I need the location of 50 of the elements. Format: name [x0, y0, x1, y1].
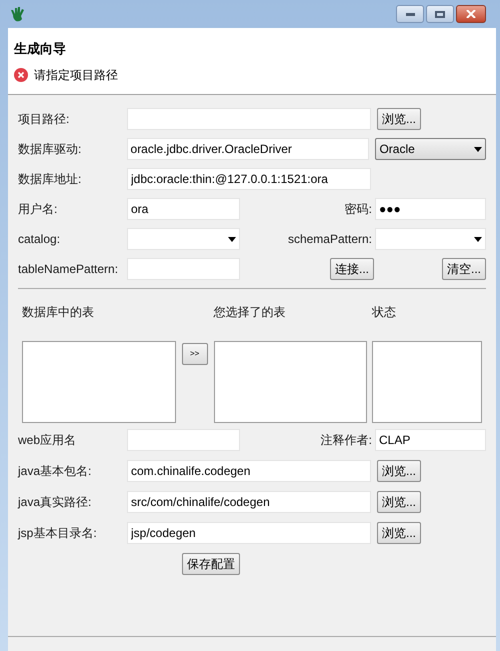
username-field[interactable]: ora: [127, 198, 240, 220]
field-label: java基本包名:: [18, 463, 92, 480]
wizard-title: 生成向导: [14, 40, 67, 58]
password-field[interactable]: ●●●: [375, 198, 486, 220]
path-field[interactable]: jsp/codegen: [127, 522, 371, 544]
browse-button[interactable]: 浏览...: [377, 108, 422, 130]
driver-field[interactable]: oracle.jdbc.driver.OracleDriver: [126, 138, 370, 160]
table-pattern-field[interactable]: [127, 258, 240, 280]
field-label: 数据库驱动:: [18, 141, 82, 158]
close-icon: [466, 10, 476, 18]
field-label: 密码:: [344, 201, 372, 218]
clear-button[interactable]: 清空...: [442, 258, 486, 280]
project-path-field[interactable]: [127, 108, 371, 130]
connect-button[interactable]: 连接...: [330, 258, 374, 280]
browse-button[interactable]: 浏览...: [377, 460, 422, 482]
column-label: 状态: [372, 304, 398, 321]
maximize-button[interactable]: [426, 5, 454, 23]
database-type-dropdown[interactable]: Oracle: [375, 138, 486, 160]
error-icon: [14, 68, 28, 82]
browse-button[interactable]: 浏览...: [377, 522, 422, 544]
field-label: 用户名:: [18, 201, 58, 218]
hand-icon: [10, 6, 26, 22]
field-label: 项目路径:: [18, 111, 70, 128]
path-field[interactable]: src/com/chinalife/codegen: [127, 491, 371, 513]
field-label: jsp基本目录名:: [18, 525, 98, 542]
field-label: schemaPattern:: [288, 231, 372, 248]
move-button[interactable]: >>: [182, 343, 208, 365]
field-label: tableNamePattern:: [18, 261, 120, 278]
url-field[interactable]: jdbc:oracle:thin:@127.0.0.1:1521:ora: [127, 168, 371, 190]
dropdown-arrow-icon: [474, 146, 482, 152]
minimize-button[interactable]: [396, 5, 424, 23]
selected-tables-list[interactable]: [214, 341, 368, 423]
save-config-button[interactable]: 保存配置: [182, 553, 240, 575]
field-label: 数据库地址:: [18, 171, 82, 188]
field-label: catalog:: [18, 231, 62, 248]
author-field[interactable]: CLAP: [375, 429, 486, 451]
error-message: 请指定项目路径: [34, 66, 118, 84]
field-label: java真实路径:: [18, 494, 92, 511]
column-label: 您选择了的表: [214, 304, 287, 321]
column-label: 数据库中的表: [22, 304, 95, 321]
dropdown-arrow-icon: [474, 236, 482, 242]
web-app-field[interactable]: [127, 429, 240, 451]
close-button[interactable]: [456, 5, 486, 23]
field-label: web应用名: [18, 432, 78, 449]
browse-button[interactable]: 浏览...: [377, 491, 422, 513]
field-label: 注释作者:: [320, 432, 372, 449]
path-field[interactable]: com.chinalife.codegen: [127, 460, 371, 482]
dropdown-arrow-icon: [228, 236, 236, 242]
available-tables-list[interactable]: [22, 341, 176, 423]
status-list[interactable]: [372, 341, 482, 423]
